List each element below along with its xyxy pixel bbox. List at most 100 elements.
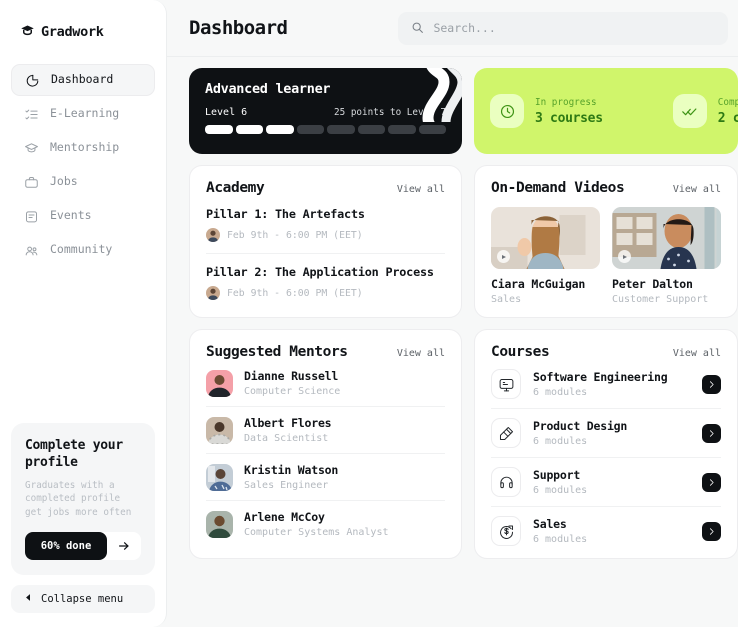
academy-item-when: Feb 9th - 6:00 PM (EET) — [206, 228, 445, 242]
stat-label: In progress — [535, 96, 597, 108]
avatar — [206, 286, 220, 300]
video-thumbnail[interactable] — [612, 207, 721, 269]
brand[interactable]: Gradwork — [0, 0, 166, 46]
academy-panel: Academy View all Pillar 1: The Artefacts… — [189, 165, 462, 318]
academy-item-title: Pillar 2: The Application Process — [206, 265, 434, 279]
mentor-item[interactable]: Kristin Watson Sales Engineer — [206, 453, 445, 491]
progress-segment — [418, 125, 446, 134]
app-root: Gradwork Dashboard E-Learning Mentorship — [0, 0, 738, 627]
mentor-role: Sales Engineer — [244, 480, 329, 491]
sidebar-item-e-learning[interactable]: E-Learning — [11, 98, 155, 130]
play-icon[interactable] — [618, 250, 631, 263]
chevron-right-icon[interactable] — [702, 472, 721, 492]
courses-view-all-link[interactable]: View all — [673, 348, 721, 359]
level-card: Advanced learner Level 6 25 points to Le… — [189, 68, 462, 154]
progress-segment — [296, 125, 324, 134]
course-name: Support — [533, 468, 581, 482]
main-content: Dashboard Advanced learner Leve — [167, 0, 738, 627]
clock-icon — [490, 94, 524, 128]
course-item[interactable]: Sales 6 modules — [491, 506, 721, 546]
video-thumbnail[interactable] — [491, 207, 600, 269]
mentor-item[interactable]: Albert Flores Data Scientist — [206, 406, 445, 444]
sidebar-item-dashboard[interactable]: Dashboard — [11, 64, 155, 96]
mentor-item[interactable]: Arlene McCoy Computer Systems Analyst — [206, 500, 445, 538]
chevron-right-icon[interactable] — [702, 374, 721, 394]
stat-in-progress: In progress 3 courses — [490, 94, 603, 128]
search-box[interactable] — [398, 11, 729, 45]
stat-value: 3 courses — [535, 110, 603, 126]
mentor-text: Dianne Russell Computer Science — [244, 369, 340, 397]
promo-cta: 60% done — [25, 532, 141, 560]
video-presenter-role: Sales — [491, 294, 522, 305]
progress-segment — [388, 125, 416, 134]
level-progress-bar — [205, 125, 446, 134]
video-card[interactable]: Ciara McGuigan Sales — [491, 207, 600, 305]
academy-item-datetime: Feb 9th - 6:00 PM (EET) — [227, 229, 363, 241]
promo-subtitle: Graduates with a completed profile get j… — [25, 479, 132, 518]
academy-title: Academy — [206, 180, 265, 196]
sidebar-item-jobs[interactable]: Jobs — [11, 166, 155, 198]
course-name: Product Design — [533, 419, 628, 433]
progress-segment — [327, 125, 355, 134]
search-icon — [411, 19, 424, 38]
mentors-panel: Suggested Mentors View all Dianne Russel… — [189, 329, 462, 559]
stat-text: Completed 2 courses — [718, 97, 738, 126]
search-input[interactable] — [433, 21, 716, 35]
sidebar-item-community[interactable]: Community — [11, 234, 155, 266]
sidebar-item-label: Mentorship — [50, 140, 120, 155]
academy-view-all-link[interactable]: View all — [397, 184, 445, 195]
play-icon[interactable] — [497, 250, 510, 263]
academy-item[interactable]: Pillar 1: The Artefacts Feb 9th - 6:00 P… — [206, 196, 445, 242]
collapse-menu-button[interactable]: Collapse menu — [11, 585, 155, 613]
avatar — [206, 369, 233, 397]
videos-view-all-link[interactable]: View all — [673, 184, 721, 195]
course-text: Support 6 modules — [533, 468, 690, 496]
stat-label: Completed — [717, 96, 738, 108]
dollar-growth-icon — [491, 516, 521, 546]
course-text: Product Design 6 modules — [533, 419, 690, 447]
video-card[interactable]: Peter Dalton Customer Support — [612, 207, 721, 305]
promo-title: Complete your profile — [25, 437, 123, 471]
arrow-right-icon[interactable] — [107, 539, 141, 553]
avatar — [206, 416, 233, 444]
avatar — [206, 510, 233, 538]
topbar: Dashboard — [167, 0, 738, 57]
collapse-menu-label: Collapse menu — [41, 593, 124, 605]
videos-header: On-Demand Videos View all — [491, 180, 721, 196]
mentor-text: Albert Flores Data Scientist — [244, 416, 332, 444]
mentor-role: Computer Science — [244, 386, 341, 397]
mentor-role: Data Scientist — [244, 433, 329, 444]
briefcase-icon — [23, 174, 39, 190]
academy-item-when: Feb 9th - 6:00 PM (EET) — [206, 286, 445, 300]
courses-panel: Courses View all Software Engineering 6 … — [474, 329, 738, 559]
chevron-right-icon[interactable] — [702, 521, 721, 541]
stat-completed: Completed 2 courses — [672, 94, 738, 128]
course-item[interactable]: Software Engineering 6 modules — [491, 360, 721, 399]
monitor-code-icon — [491, 369, 521, 399]
video-presenter-name: Ciara McGuigan — [491, 277, 586, 291]
profile-progress-button[interactable]: 60% done — [25, 532, 107, 560]
course-text: Sales 6 modules — [533, 517, 690, 545]
avatar — [206, 463, 233, 491]
chevron-right-icon[interactable] — [702, 423, 721, 443]
mentors-view-all-link[interactable]: View all — [397, 348, 445, 359]
graduation-cap-icon — [20, 23, 35, 42]
sidebar-item-mentorship[interactable]: Mentorship — [11, 132, 155, 164]
course-item[interactable]: Product Design 6 modules — [491, 408, 721, 448]
squiggle-decoration — [422, 68, 462, 122]
academy-item[interactable]: Pillar 2: The Application Process Feb 9t… — [206, 253, 445, 300]
mentor-name: Kristin Watson — [244, 463, 339, 477]
academy-header: Academy View all — [206, 180, 445, 196]
academy-item-datetime: Feb 9th - 6:00 PM (EET) — [227, 287, 363, 299]
stat-text: In progress 3 courses — [535, 97, 603, 126]
course-item[interactable]: Support 6 modules — [491, 457, 721, 497]
sidebar-item-events[interactable]: Events — [11, 200, 155, 232]
sidebar: Gradwork Dashboard E-Learning Mentorship — [0, 0, 167, 627]
course-name: Sales — [533, 517, 567, 531]
mentor-text: Kristin Watson Sales Engineer — [244, 463, 338, 491]
dashboard-content: Advanced learner Level 6 25 points to Le… — [167, 57, 738, 559]
chevron-left-icon — [24, 593, 33, 605]
level-value: Level 6 — [205, 107, 248, 118]
mentor-item[interactable]: Dianne Russell Computer Science — [206, 360, 445, 397]
